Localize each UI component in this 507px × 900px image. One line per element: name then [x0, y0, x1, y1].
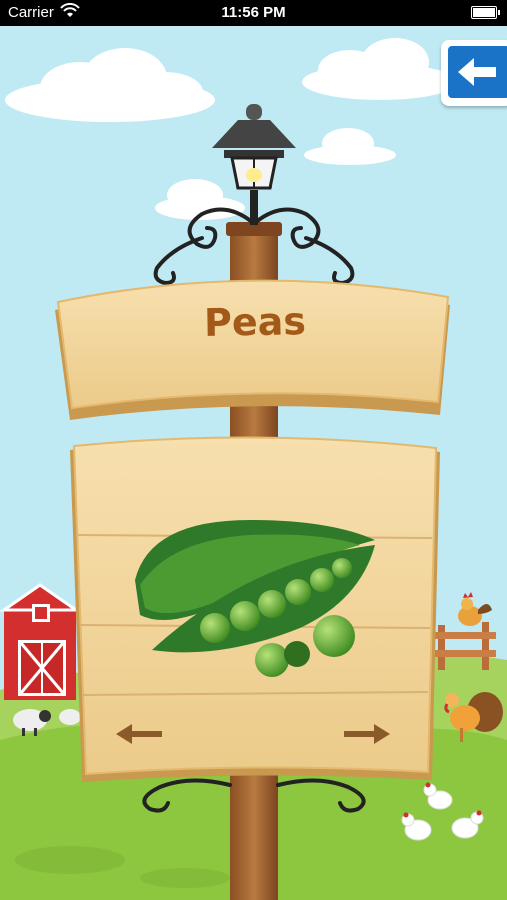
back-button-face — [448, 46, 507, 98]
page-title: Peas — [203, 299, 307, 345]
barn — [0, 583, 81, 700]
previous-button[interactable] — [112, 718, 168, 750]
farm-scene — [0, 0, 507, 900]
arrow-left-icon — [458, 58, 496, 86]
next-button[interactable] — [338, 718, 394, 750]
battery-icon — [471, 6, 500, 19]
status-bar: Carrier 11:56 PM — [0, 0, 507, 26]
back-button[interactable] — [441, 40, 507, 106]
status-time: 11:56 PM — [221, 4, 286, 21]
arrow-right-icon — [344, 724, 390, 744]
arrow-left-icon — [116, 724, 162, 744]
